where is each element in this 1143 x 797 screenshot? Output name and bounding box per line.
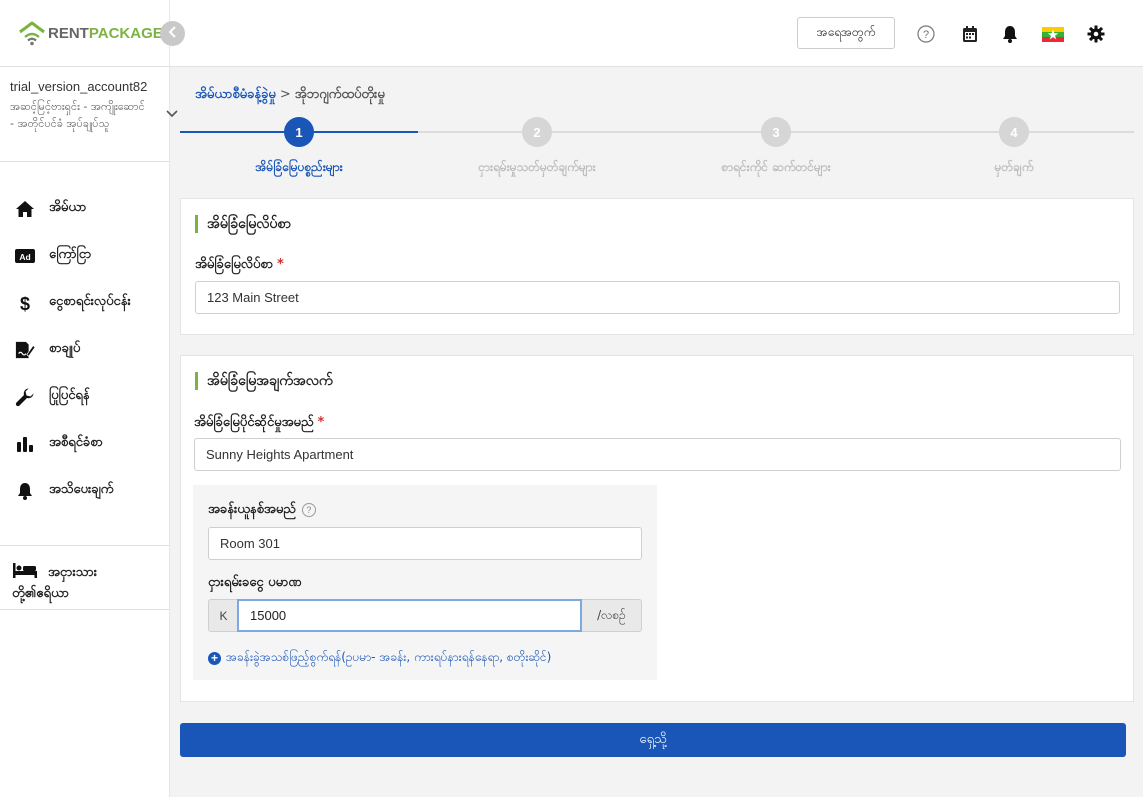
step-2-circle[interactable]: 2 [522,117,552,147]
svg-text:?: ? [923,29,929,41]
account-name: trial_version_account82 [10,79,148,94]
header-action-button[interactable]: အရေအတွက် [797,17,895,49]
bell-icon [15,481,35,501]
step-4-label: မှတ်ချက် [994,160,1034,174]
owner-name-label: အိမ်ခြံမြေပိုင်ဆိုင်မှုအမည် * [194,415,325,430]
card-title: အိမ်ခြံမြေလိပ်စာ [195,215,291,233]
required-marker: * [277,257,284,272]
sidebar-item-home[interactable]: အိမ်ယာ [0,185,170,232]
sidebar-item-label: အစီရင်ခံစာ [49,435,103,450]
property-address-card: အိမ်ခြံမြေလိပ်စာ အိမ်ခြံမြေလိပ်စာ * 123 M… [180,198,1134,335]
chevron-left-icon [168,25,178,42]
address-input[interactable]: 123 Main Street [195,281,1120,314]
sidebar-item-label: ပြုပြင်ရန် [49,388,90,403]
chevron-down-icon[interactable] [166,107,178,122]
breadcrumb-current: အိုဘဂျက်ထပ်တိုးမှု [294,87,385,102]
notification-bell-icon[interactable] [1000,24,1020,44]
room-name-input[interactable]: Room 301 [208,527,642,560]
property-name-input[interactable]: Sunny Heights Apartment [194,438,1121,471]
rent-amount-input[interactable]: 15000 [237,599,582,632]
plus-circle-icon: + [208,651,221,665]
svg-text:Ad: Ad [19,252,30,262]
add-sub-unit-link[interactable]: + အခန်းခွဲအသစ်ဖြည့်စွက်ရန်(ဥပမာ- အခန်း, … [208,649,551,667]
sidebar-item-contracts[interactable]: စာချုပ် [0,326,170,373]
account-switcher[interactable]: trial_version_account82 အဆင့်မြင့်ဗားရှင… [0,66,178,162]
step-3-circle[interactable]: 3 [761,117,791,147]
svg-text:$: $ [20,294,30,313]
progress-stepper: 1 2 3 4 အိမ်ခြံမြေပစ္စည်းများ ငှားရမ်းမှ… [180,115,1134,185]
sidebar-item-reports[interactable]: အစီရင်ခံစာ [0,420,170,467]
step-2-label: ငှားရမ်းမှုသတ်မှတ်ချက်များ [478,160,596,174]
currency-prefix: K [208,599,238,632]
brand-logo[interactable]: RENTPACKAGE [18,20,163,46]
step-1-label: အိမ်ခြံမြေပစ္စည်းများ [255,160,343,174]
bar-chart-icon [15,434,35,454]
sidebar-item-label: အငှားသား တို့၏ဧရိယာ [12,565,98,601]
sidebar-item-maintenance[interactable]: ပြုပြင်ရန် [0,373,170,420]
room-name-label: အခန်းယူနစ်အမည်? [208,501,316,520]
per-month-suffix: /လစဉ် [582,599,642,632]
sidebar-item-label: စာချုပ် [49,341,81,356]
rent-amount-label: ငှားရမ်းခငွေ ပမာဏ [208,575,302,590]
breadcrumb-separator: > [279,87,291,102]
step-1-circle[interactable]: 1 [284,117,314,147]
step-4-circle[interactable]: 4 [999,117,1029,147]
brand-name: RENTPACKAGE [48,24,163,42]
contract-icon [15,340,35,360]
collapse-sidebar-button[interactable] [160,21,185,46]
dollar-icon: $ [15,293,35,313]
step-3-label: စာရင်းကိုင် ဆက်တင်များ [721,160,831,174]
sidebar-item-label: ငွေစာရင်းလုပ်ငန်း [49,294,131,309]
account-role: အဆင့်မြင့်ဗားရှင်း - အကျိုးဆောင် - အတိုင… [10,100,145,130]
sidebar-item-accounting[interactable]: $ ငွေစာရင်းလုပ်ငန်း [0,279,170,326]
ad-icon: Ad [15,246,35,266]
sidebar-item-tenant-area[interactable]: အငှားသား တို့၏ဧရိယာ [0,545,170,610]
next-button[interactable]: ရှေ့သို့ [180,723,1126,757]
sidebar-item-label: အသိပေးချက် [49,482,114,497]
sidebar-item-ads[interactable]: Ad ကြော်ငြာ [0,232,170,279]
sidebar-nav: အိမ်ယာ Ad ကြော်ငြာ $ ငွေစာရင်းလုပ်ငန်း စ… [0,185,170,514]
house-wifi-logo-icon [18,20,46,46]
home-icon [15,199,35,219]
calendar-icon[interactable] [960,24,980,44]
settings-gear-icon[interactable] [1086,24,1106,44]
sidebar-item-label: အိမ်ယာ [49,200,87,215]
sidebar: RENTPACKAGE trial_version_account82 အဆင့… [0,0,178,797]
required-marker: * [317,415,325,430]
sidebar-item-label: ကြော်ငြာ [49,247,92,262]
help-icon[interactable]: ? [916,24,936,44]
myanmar-flag-icon[interactable] [1042,24,1064,44]
address-field-label: အိမ်ခြံမြေလိပ်စာ * [195,257,284,272]
add-sub-unit-label: အခန်းခွဲအသစ်ဖြည့်စွက်ရန်(ဥပမာ- အခန်း, ကာ… [226,650,552,664]
breadcrumb-parent-link[interactable]: အိမ်ယာစီမံခန့်ခွဲမှု [195,87,276,102]
help-icon[interactable]: ? [301,502,316,517]
card-title: အိမ်ခြံမြေအချက်အလက် [195,372,333,390]
sidebar-item-notifications[interactable]: အသိပေးချက် [0,467,170,514]
wrench-icon [15,387,35,407]
breadcrumb: အိမ်ယာစီမံခန့်ခွဲမှု > အိုဘဂျက်ထပ်တိုးမှု [195,86,385,105]
top-header: အရေအတွက် ? [170,0,1143,67]
